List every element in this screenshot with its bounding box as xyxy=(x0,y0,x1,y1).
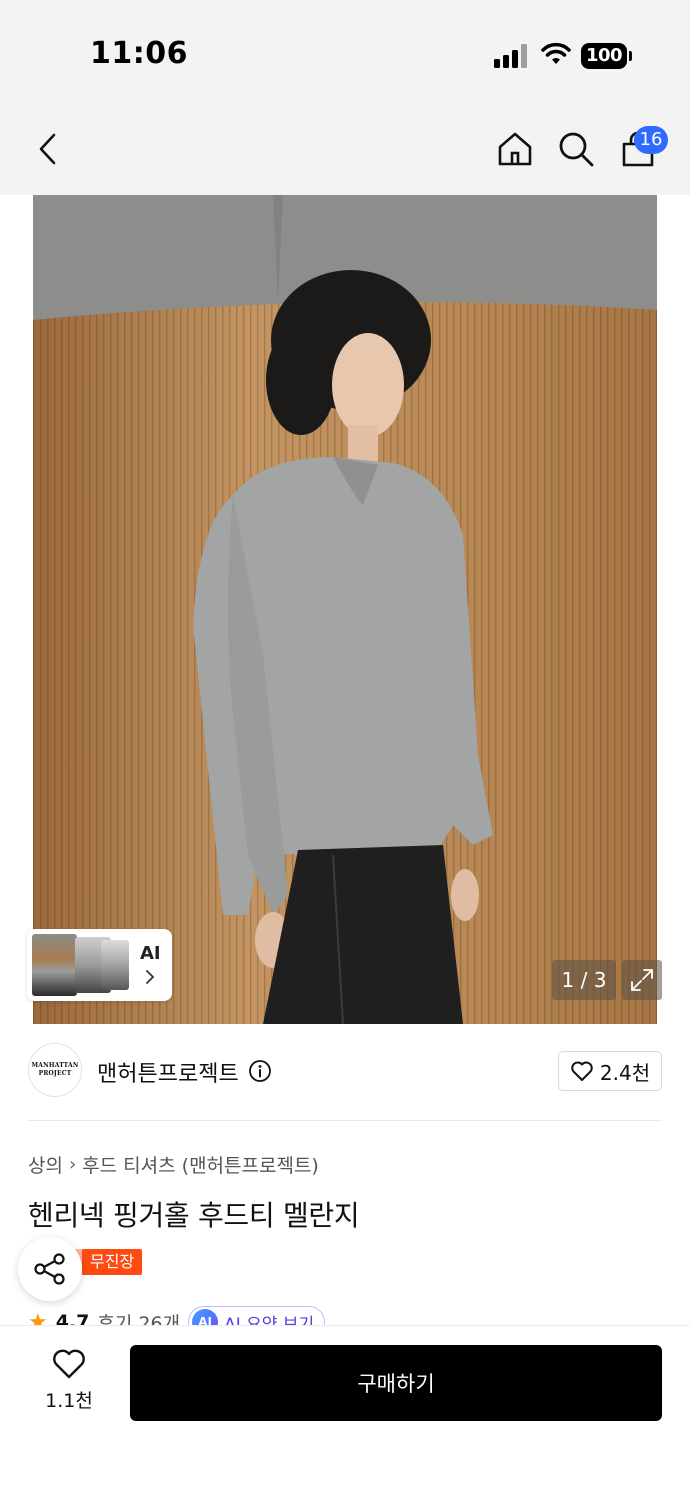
breadcrumb: 상의 › 후드 티셔츠 (맨허튼프로젝트) xyxy=(28,1151,319,1178)
rating-row: ★ 4.7 후기 26개 AI AI 요약 보기 xyxy=(28,1302,662,1326)
thumbnail-image xyxy=(101,940,129,990)
product-image[interactable] xyxy=(33,195,657,1024)
top-nav xyxy=(0,105,690,195)
wishlist-count: 1.1천 xyxy=(45,1390,93,1412)
heart-icon xyxy=(53,1349,85,1379)
brand-row: MANHATTAN PROJECT 맨허튼프로젝트 2.4천 xyxy=(28,1043,662,1101)
share-icon xyxy=(34,1253,65,1285)
search-icon xyxy=(559,132,594,167)
brand-like-button[interactable]: 2.4천 xyxy=(558,1051,662,1091)
brand-logo-text: PROJECT xyxy=(38,1070,72,1077)
cart-count-badge: 16 xyxy=(634,126,668,154)
heart-icon xyxy=(571,1061,593,1081)
rating-score: 4.7 xyxy=(55,1311,90,1326)
breadcrumb-subcategory[interactable]: 후드 티셔츠 (맨허튼프로젝트) xyxy=(82,1151,319,1178)
brand-like-count: 2.4천 xyxy=(599,1060,651,1085)
ai-summary-label: AI 요약 보기 xyxy=(224,1314,315,1327)
status-bar: 11:06 100 xyxy=(0,0,690,105)
ai-icon: AI xyxy=(192,1309,219,1326)
buy-button[interactable]: 구매하기 xyxy=(130,1345,662,1421)
home-icon xyxy=(498,132,532,166)
brand-logo[interactable]: MANHATTAN PROJECT xyxy=(28,1043,82,1097)
star-icon: ★ xyxy=(28,1309,48,1327)
expand-arrows-icon xyxy=(631,969,653,991)
wishlist-button[interactable]: 1.1천 xyxy=(38,1348,100,1416)
search-button[interactable] xyxy=(554,127,598,171)
review-count-link[interactable]: 후기 26개 xyxy=(97,1309,180,1327)
product-photo xyxy=(33,195,657,1024)
image-counter: 1 / 3 xyxy=(552,960,616,1000)
chevron-left-icon xyxy=(39,133,56,165)
breadcrumb-category[interactable]: 상의 xyxy=(28,1151,63,1178)
ai-label: AI xyxy=(140,943,161,964)
back-button[interactable] xyxy=(26,127,70,171)
status-time: 11:06 xyxy=(90,36,188,71)
product-title: 헨리넥 핑거홀 후드티 멜란지 xyxy=(28,1199,360,1232)
chevron-right-icon: › xyxy=(68,1154,77,1175)
brand-logo-text: MANHATTAN xyxy=(31,1062,79,1069)
cellular-signal-icon xyxy=(494,44,528,68)
battery-indicator: 100 xyxy=(581,43,632,69)
brand-name-link[interactable]: 맨허튼프로젝트 xyxy=(97,1056,239,1088)
info-icon[interactable] xyxy=(248,1059,272,1083)
ai-fitting-thumbnails[interactable]: AI xyxy=(27,929,172,1001)
musinsa-badge: 무진장 xyxy=(82,1249,143,1275)
expand-image-button[interactable] xyxy=(622,960,662,1000)
chevron-right-icon xyxy=(146,970,155,984)
ai-summary-button[interactable]: AI AI 요약 보기 xyxy=(188,1306,326,1327)
thumbnail-image xyxy=(32,934,77,996)
wifi-icon xyxy=(541,42,571,64)
share-button[interactable] xyxy=(18,1237,82,1301)
home-button[interactable] xyxy=(493,127,537,171)
divider xyxy=(28,1120,662,1121)
